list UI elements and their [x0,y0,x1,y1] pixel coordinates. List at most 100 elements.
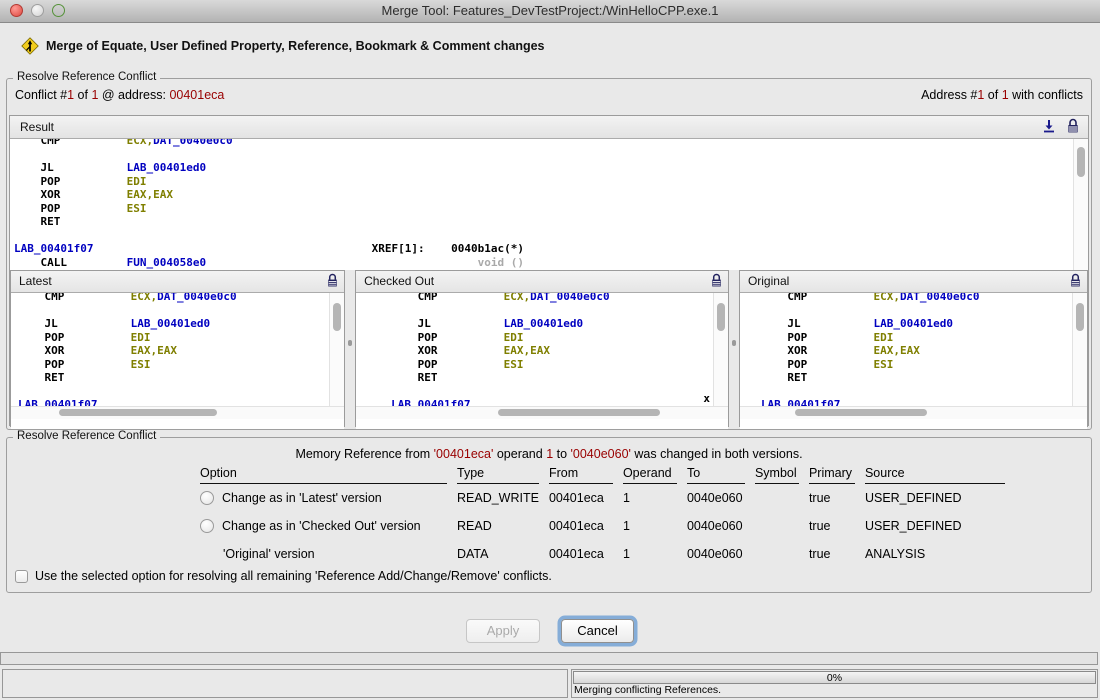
result-panel-header: Result [10,116,1088,139]
assembly-line: POP ESI [761,358,1087,372]
cancel-button[interactable]: Cancel [561,619,634,643]
cell-source: USER_DEFINED [865,484,1015,512]
merge-tool-window: Merge Tool: Features_DevTestProject:/Win… [0,0,1100,700]
lock-icon[interactable] [1066,118,1080,134]
banner-text: Merge of Equate, User Defined Property, … [46,39,545,53]
cell-operand: 1 [623,484,687,512]
cell-type: READ_WRITE [457,484,549,512]
conflict-option-row: Change as in 'Checked Out' versionREAD00… [200,512,1015,540]
assembly-line: XOR EAX,EAX [14,188,1088,202]
panel-splitter[interactable] [729,270,739,427]
cell-to: 0040e060 [687,540,755,568]
group-title: Resolve Reference Conflict [13,71,160,83]
column-header: Option [200,466,447,484]
scrollbar-thumb[interactable] [59,409,217,416]
scrollbar-thumb[interactable] [717,303,725,331]
cell-to: 0040e060 [687,484,755,512]
original-panel: Original CMP ECX,DAT_0040e0c0 JL [739,270,1088,427]
titlebar[interactable]: Merge Tool: Features_DevTestProject:/Win… [0,0,1100,23]
panel-splitter[interactable] [345,270,355,427]
conflict-message: Memory Reference from '00401eca' operand… [7,447,1091,461]
assembly-line: JL LAB_00401ed0 [761,317,1087,331]
conflict-option-row: 'Original' versionDATA00401eca10040e060t… [200,540,1015,568]
lock-icon[interactable] [326,273,339,288]
conflict-option-table: OptionTypeFromOperandToSymbolPrimarySour… [200,466,1015,568]
checked-out-vertical-scrollbar[interactable] [713,293,728,406]
assembly-line: POP EDI [391,331,728,345]
conflict-counter: Conflict #1 of 1 @ address: 00401eca [15,88,224,102]
result-assembly: CMP ECX,DAT_0040e0c0 JL LAB_00401ed0 POP… [10,139,1088,269]
assembly-line: CMP ECX,DAT_0040e0c0 [14,139,1088,148]
column-header: Primary [809,466,855,484]
apply-button[interactable]: Apply [466,619,540,643]
assembly-line [14,148,1088,162]
latest-vertical-scrollbar[interactable] [329,293,344,406]
splitter-handle[interactable] [348,340,352,346]
cursor-marker: x [703,392,710,405]
assembly-line: POP ESI [391,358,728,372]
assembly-line: LAB_00401f07 [761,398,1087,406]
conflict-summary: Conflict #1 of 1 @ address: 00401eca Add… [15,88,1083,102]
assembly-line [391,304,728,318]
option-radio[interactable] [200,519,214,533]
column-header: Type [457,466,539,484]
option-label: 'Original' version [223,547,315,561]
scrollbar-thumb[interactable] [1077,147,1085,177]
assembly-line: JL LAB_00401ed0 [391,317,728,331]
reference-conflict-group: Resolve Reference Conflict Conflict #1 o… [6,78,1092,430]
original-vertical-scrollbar[interactable] [1072,293,1087,406]
assembly-line [761,385,1087,399]
scrollbar-thumb[interactable] [333,303,341,331]
cell-operand: 1 [623,512,687,540]
option-label[interactable]: Change as in 'Checked Out' version [222,519,421,533]
status-message: Merging conflicting References. [574,684,721,696]
assembly-line: RET [14,215,1088,229]
use-for-all-checkbox[interactable] [15,570,28,583]
scrollbar-thumb[interactable] [498,409,660,416]
scrollbar-thumb[interactable] [1076,303,1084,331]
checked-out-title: Checked Out [364,274,434,288]
download-icon[interactable] [1041,118,1057,134]
latest-title: Latest [19,274,52,288]
lock-icon[interactable] [710,273,723,288]
checked-out-panel: Checked Out CMP ECX,DAT_0040e0c0 JL [355,270,729,427]
cell-operand: 1 [623,540,687,568]
original-horizontal-scrollbar[interactable] [740,406,1087,419]
panel-footer-pad [11,419,344,429]
assembly-line: RET [18,371,344,385]
assembly-line: POP ESI [18,358,344,372]
latest-listing[interactable]: CMP ECX,DAT_0040e0c0 JL LAB_00401ed0 POP… [11,293,344,406]
checked-out-horizontal-scrollbar[interactable] [356,406,728,419]
cell-from: 00401eca [549,484,623,512]
original-listing[interactable]: CMP ECX,DAT_0040e0c0 JL LAB_00401ed0 POP… [740,293,1087,406]
column-header: From [549,466,613,484]
splitter-handle[interactable] [732,340,736,346]
latest-panel: Latest CMP ECX,DAT_0040e0c0 JL L [10,270,345,427]
cell-primary: true [809,540,865,568]
cell-source: USER_DEFINED [865,512,1015,540]
listing-area: Result CMP ECX,DAT_0040e0 [9,115,1089,426]
assembly-line: POP EDI [761,331,1087,345]
assembly-line: XOR EAX,EAX [391,344,728,358]
cell-symbol [755,512,809,540]
lock-icon[interactable] [1069,273,1082,288]
option-radio[interactable] [200,491,214,505]
result-vertical-scrollbar[interactable] [1073,139,1088,270]
cell-from: 00401eca [549,540,623,568]
result-title: Result [20,120,54,134]
original-panel-header: Original [740,271,1087,293]
column-header: Symbol [755,466,799,484]
assembly-line: JL LAB_00401ed0 [14,161,1088,175]
scrollbar-thumb[interactable] [795,409,927,416]
latest-horizontal-scrollbar[interactable] [11,406,344,419]
table-header-row: OptionTypeFromOperandToSymbolPrimarySour… [200,466,1015,484]
result-listing[interactable]: CMP ECX,DAT_0040e0c0 JL LAB_00401ed0 POP… [10,139,1088,270]
assembly-line: LAB_00401f07 XREF[1]: 0040b1ac(*) [14,242,1088,256]
checked-out-listing[interactable]: CMP ECX,DAT_0040e0c0 JL LAB_00401ed0 POP… [356,293,728,406]
cell-primary: true [809,512,865,540]
cell-primary: true [809,484,865,512]
group-title: Resolve Reference Conflict [13,430,160,442]
status-right-panel: 0% Merging conflicting References. [571,669,1098,698]
option-label[interactable]: Change as in 'Latest' version [222,491,382,505]
assembly-line [18,385,344,399]
